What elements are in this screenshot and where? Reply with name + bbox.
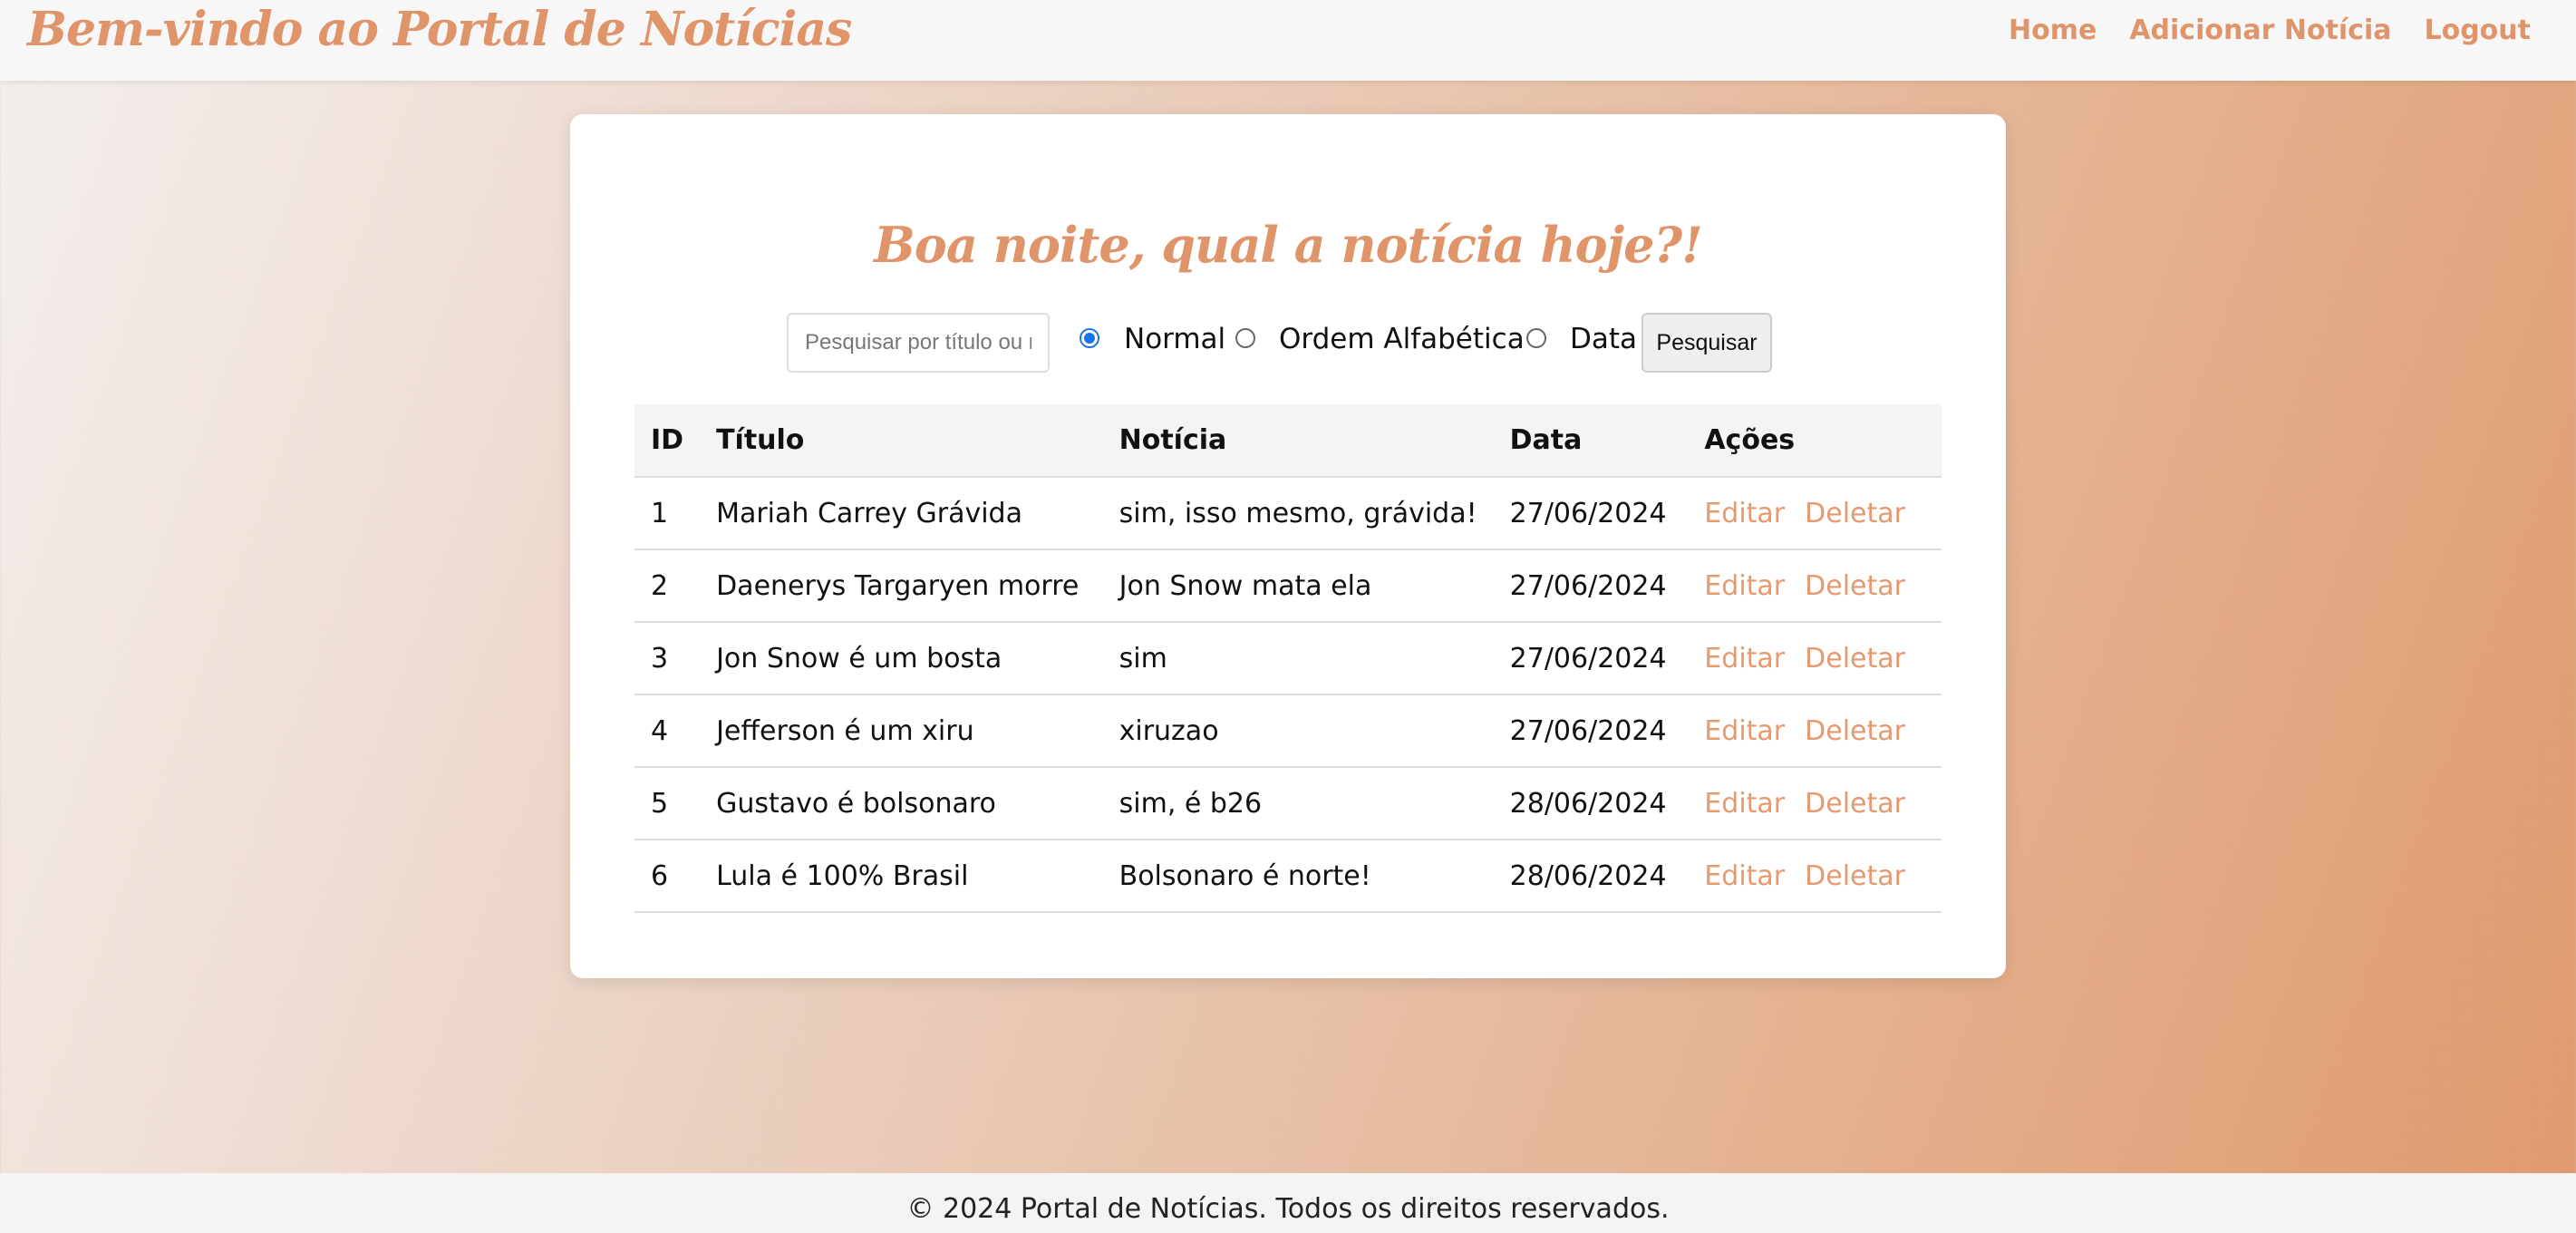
cell-actions: Editar Deletar bbox=[1688, 840, 1942, 912]
sort-alphabetical-label[interactable]: Ordem Alfabética bbox=[1279, 323, 1525, 355]
cell-actions: Editar Deletar bbox=[1688, 694, 1942, 767]
delete-link[interactable]: Deletar bbox=[1805, 498, 1905, 529]
edit-link[interactable]: Editar bbox=[1704, 498, 1785, 529]
cell-actions: Editar Deletar bbox=[1688, 477, 1942, 549]
delete-link[interactable]: Deletar bbox=[1805, 860, 1905, 892]
nav-logout-link[interactable]: Logout bbox=[2424, 15, 2531, 46]
cell-id: 4 bbox=[651, 714, 669, 747]
cell-news: sim, é b26 bbox=[1119, 787, 1263, 820]
table-row: 5 Gustavo é bolsonaro sim, é b26 28/06/2024… bbox=[634, 767, 1942, 840]
cell-date: 27/06/2024 bbox=[1509, 714, 1667, 747]
table-row: 1 Mariah Carrey Grávida sim, isso mesmo, g… bbox=[634, 477, 1942, 549]
search-button[interactable]: Pesquisar bbox=[1641, 313, 1772, 373]
search-input[interactable] bbox=[787, 313, 1050, 373]
cell-id: 2 bbox=[651, 569, 669, 602]
cell-title: Jefferson é um xiru bbox=[716, 714, 974, 747]
sort-normal-label[interactable]: Normal bbox=[1124, 323, 1225, 355]
cell-title: Gustavo é bolsonaro bbox=[716, 787, 996, 820]
cell-date: 28/06/2024 bbox=[1509, 859, 1667, 892]
cell-date: 27/06/2024 bbox=[1509, 569, 1667, 602]
cell-title: Daenerys Targaryen morre bbox=[716, 569, 1080, 602]
cell-title: Mariah Carrey Grávida bbox=[716, 497, 1022, 529]
cell-title: Lula é 100% Brasil bbox=[716, 859, 969, 892]
edit-link[interactable]: Editar bbox=[1704, 643, 1785, 675]
cell-id: 1 bbox=[651, 497, 669, 529]
cell-id: 6 bbox=[651, 859, 669, 892]
header-title: Título bbox=[716, 424, 805, 456]
edit-link[interactable]: Editar bbox=[1704, 570, 1785, 602]
cell-id: 3 bbox=[651, 642, 669, 675]
sort-date-label[interactable]: Data bbox=[1570, 323, 1637, 355]
main-nav: Home Adicionar Notícia Logout bbox=[2009, 15, 2531, 46]
header-date: Data bbox=[1509, 424, 1583, 456]
edit-link[interactable]: Editar bbox=[1704, 860, 1785, 892]
header-id: ID bbox=[651, 424, 684, 456]
footer-text: © 2024 Portal de Notícias. Todos os dire… bbox=[906, 1193, 1670, 1225]
sort-normal-radio[interactable] bbox=[1080, 328, 1099, 348]
table-row: 2 Daenerys Targaryen morre Jon Snow mata e… bbox=[634, 549, 1942, 622]
table-row: 4 Jefferson é um xiru xiruzao 27/06/2024 Edi… bbox=[634, 694, 1942, 767]
edit-link[interactable]: Editar bbox=[1704, 715, 1785, 747]
nav-home-link[interactable]: Home bbox=[2009, 15, 2097, 46]
cell-news: xiruzao bbox=[1119, 714, 1219, 747]
cell-date: 28/06/2024 bbox=[1509, 787, 1667, 820]
cell-actions: Editar Deletar bbox=[1688, 549, 1942, 622]
cell-date: 27/06/2024 bbox=[1509, 497, 1667, 529]
cell-title: Jon Snow é um bosta bbox=[716, 642, 1002, 675]
delete-link[interactable]: Deletar bbox=[1805, 715, 1905, 747]
cell-news: Jon Snow mata ela bbox=[1119, 569, 1372, 602]
page-greeting: Boa noite, qual a notícia hoje?! bbox=[874, 216, 1703, 274]
table-row: 3 Jon Snow é um bosta sim 27/06/2024 Editar D… bbox=[634, 622, 1942, 694]
page-footer: © 2024 Portal de Notícias. Todos os dire… bbox=[0, 1173, 2576, 1233]
table-header-row: ID Título Notícia Data Ações bbox=[634, 404, 1942, 477]
header-news: Notícia bbox=[1119, 424, 1227, 456]
nav-add-news-link[interactable]: Adicionar Notícia bbox=[2129, 15, 2391, 46]
table-row: 6 Lula é 100% Brasil Bolsonaro é norte! 28/… bbox=[634, 840, 1942, 912]
sort-alphabetical-radio[interactable] bbox=[1235, 328, 1255, 348]
delete-link[interactable]: Deletar bbox=[1805, 643, 1905, 675]
delete-link[interactable]: Deletar bbox=[1805, 570, 1905, 602]
sort-date-radio[interactable] bbox=[1526, 328, 1546, 348]
site-title: Bem-vindo ao Portal de Notícias bbox=[27, 2, 852, 57]
news-table: ID Título Notícia Data Ações 1 Mariah Car… bbox=[634, 404, 1942, 913]
cell-news: sim bbox=[1119, 642, 1167, 675]
cell-news: sim, isso mesmo, grávida! bbox=[1119, 497, 1477, 529]
cell-date: 27/06/2024 bbox=[1509, 642, 1667, 675]
cell-actions: Editar Deletar bbox=[1688, 767, 1942, 840]
top-navbar: Bem-vindo ao Portal de Notícias Home Adi… bbox=[0, 0, 2576, 81]
cell-news: Bolsonaro é norte! bbox=[1119, 859, 1371, 892]
cell-id: 5 bbox=[651, 787, 669, 820]
cell-actions: Editar Deletar bbox=[1688, 622, 1942, 694]
header-actions: Ações bbox=[1704, 424, 1796, 456]
delete-link[interactable]: Deletar bbox=[1805, 788, 1905, 820]
edit-link[interactable]: Editar bbox=[1704, 788, 1785, 820]
